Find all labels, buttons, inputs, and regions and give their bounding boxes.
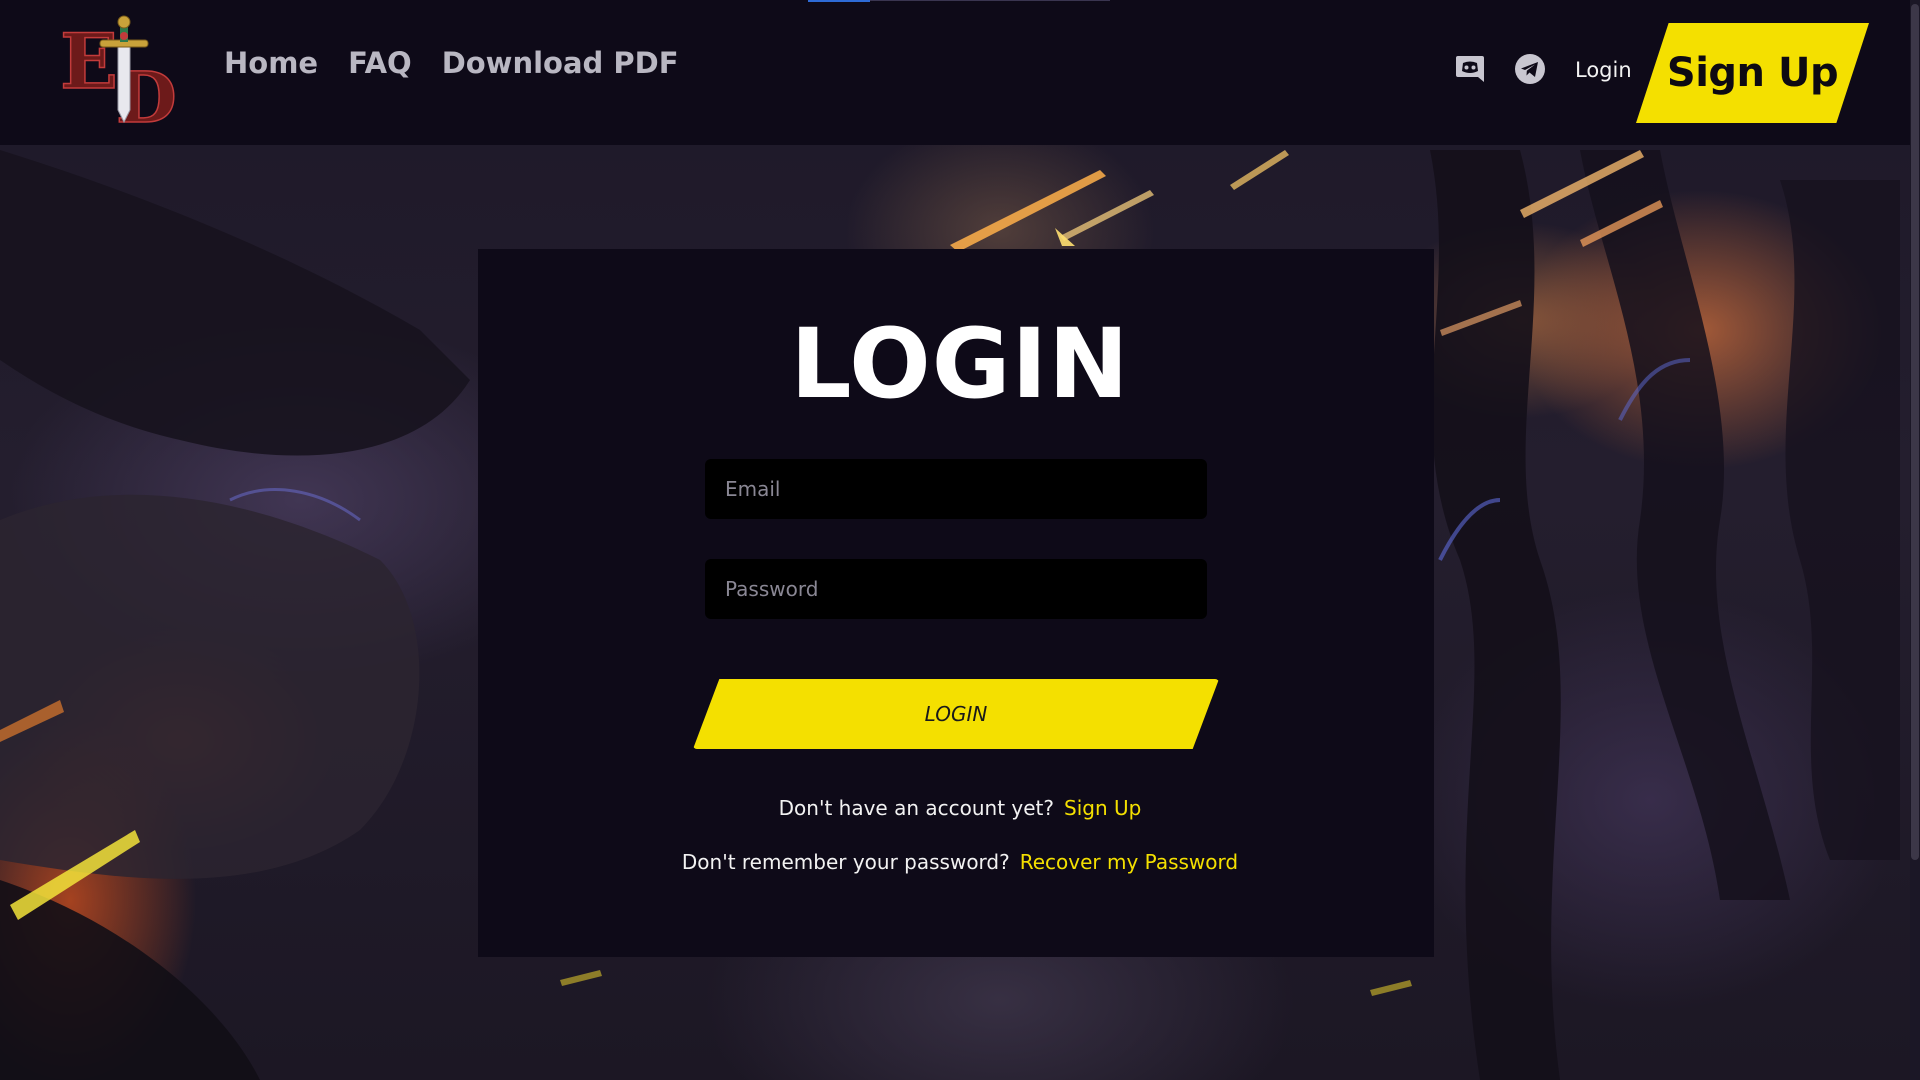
email-input[interactable]: [705, 459, 1207, 519]
main-nav: Home FAQ Download PDF: [224, 46, 679, 80]
signup-prompt: Don't have an account yet? Sign Up: [0, 796, 1920, 820]
password-input[interactable]: [705, 559, 1207, 619]
header-accent-line-secondary: [870, 0, 1110, 1]
scrollbar-thumb[interactable]: [1911, 4, 1919, 860]
no-account-text: Don't have an account yet?: [778, 796, 1055, 820]
header-login-link[interactable]: Login: [1575, 58, 1632, 82]
nav-home-link[interactable]: Home: [224, 46, 318, 80]
signup-button-label: Sign Up: [1666, 50, 1839, 96]
scrollbar-track[interactable]: [1910, 0, 1920, 1080]
nav-faq-link[interactable]: FAQ: [348, 46, 412, 80]
recover-prompt: Don't remember your password? Recover my …: [0, 850, 1920, 874]
header-accent-line: [808, 0, 870, 2]
telegram-icon[interactable]: [1513, 52, 1547, 86]
login-submit-button[interactable]: LOGIN: [693, 679, 1219, 749]
discord-icon[interactable]: [1453, 52, 1487, 86]
site-header: E D Home FAQ Download PDF Login Sign Up: [0, 0, 1910, 145]
forgot-password-text: Don't remember your password?: [681, 850, 1010, 874]
svg-text:E: E: [60, 17, 118, 106]
recover-password-link[interactable]: Recover my Password: [1020, 850, 1238, 874]
login-button-label: LOGIN: [924, 702, 988, 726]
login-title: LOGIN: [790, 308, 1130, 420]
site-logo[interactable]: E D: [60, 14, 184, 126]
header-signup-button[interactable]: Sign Up: [1636, 23, 1869, 123]
nav-download-pdf-link[interactable]: Download PDF: [442, 46, 679, 80]
page: E D Home FAQ Download PDF Login Sign Up …: [0, 0, 1920, 1080]
signup-link[interactable]: Sign Up: [1064, 796, 1141, 820]
